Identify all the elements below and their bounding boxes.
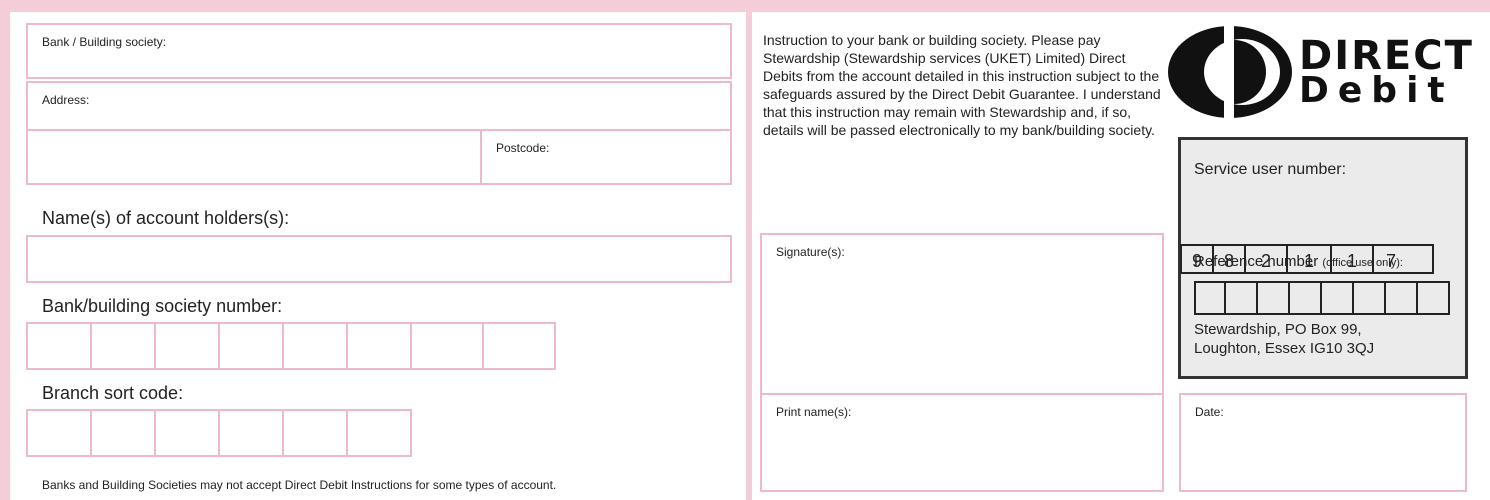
reference-number-cell	[1290, 281, 1322, 315]
bank-number-cell[interactable]	[92, 322, 156, 370]
account-holders-field[interactable]	[26, 235, 732, 283]
date-field[interactable]: Date:	[1179, 393, 1467, 492]
reference-number-cell	[1226, 281, 1258, 315]
instruction-text: Instruction to your bank or building soc…	[763, 32, 1161, 138]
stewardship-address: Stewardship, PO Box 99, Loughton, Essex …	[1194, 320, 1374, 358]
bank-number-cell[interactable]	[348, 322, 412, 370]
reference-number-label: Reference number (office use only):	[1194, 253, 1403, 270]
print-name-label: Print name(s):	[776, 405, 852, 419]
address-field[interactable]: Address:	[26, 81, 732, 131]
bank-building-society-field[interactable]: Bank / Building society:	[26, 23, 732, 79]
signature-field[interactable]: Signature(s):	[760, 233, 1164, 395]
direct-debit-logo: DIRECT Debit	[1166, 22, 1486, 132]
print-name-field[interactable]: Print name(s):	[760, 393, 1164, 492]
reference-number-cell	[1194, 281, 1226, 315]
sort-code-cell[interactable]	[348, 409, 412, 457]
bank-number-cell[interactable]	[220, 322, 284, 370]
address-label: Address:	[42, 93, 90, 107]
bank-building-society-label: Bank / Building society:	[42, 35, 167, 49]
account-holders-heading: Name(s) of account holders(s):	[42, 208, 290, 228]
bank-number-cell[interactable]	[412, 322, 484, 370]
signature-label: Signature(s):	[776, 245, 845, 259]
bank-number-cell[interactable]	[26, 322, 92, 370]
stewardship-address-line2: Loughton, Essex IG10 3QJ	[1194, 340, 1375, 357]
direct-debit-logo-mark	[1168, 24, 1292, 120]
stewardship-address-line1: Stewardship, PO Box 99,	[1194, 321, 1362, 338]
reference-number-cells	[1194, 281, 1450, 315]
direct-debit-logo-line2: Debit	[1299, 70, 1454, 111]
reference-number-cell	[1386, 281, 1418, 315]
reference-number-title: Reference number	[1194, 253, 1319, 270]
sort-code-cell[interactable]	[92, 409, 156, 457]
bank-number-cells[interactable]	[26, 322, 556, 370]
reference-number-cell	[1322, 281, 1354, 315]
reference-number-cell	[1418, 281, 1450, 315]
sort-code-heading: Branch sort code:	[42, 383, 184, 403]
reference-number-cell	[1354, 281, 1386, 315]
sort-code-cell[interactable]	[156, 409, 220, 457]
sort-code-cell[interactable]	[284, 409, 348, 457]
bank-number-cell[interactable]	[156, 322, 220, 370]
date-label: Date:	[1195, 405, 1224, 419]
address-line2-field[interactable]	[26, 131, 482, 185]
bank-number-cell[interactable]	[284, 322, 348, 370]
reference-number-cell	[1258, 281, 1290, 315]
sort-code-cells[interactable]	[26, 409, 412, 457]
sort-code-cell[interactable]	[220, 409, 284, 457]
sort-code-cell[interactable]	[26, 409, 92, 457]
account-types-note: Banks and Building Societies may not acc…	[42, 478, 557, 492]
postcode-label: Postcode:	[496, 141, 550, 155]
reference-number-note: (office use only):	[1322, 257, 1403, 269]
service-user-label: Service user number:	[1194, 161, 1347, 178]
bank-number-cell[interactable]	[484, 322, 556, 370]
bank-number-heading: Bank/building society number:	[42, 296, 283, 316]
postcode-field[interactable]: Postcode:	[480, 131, 732, 185]
